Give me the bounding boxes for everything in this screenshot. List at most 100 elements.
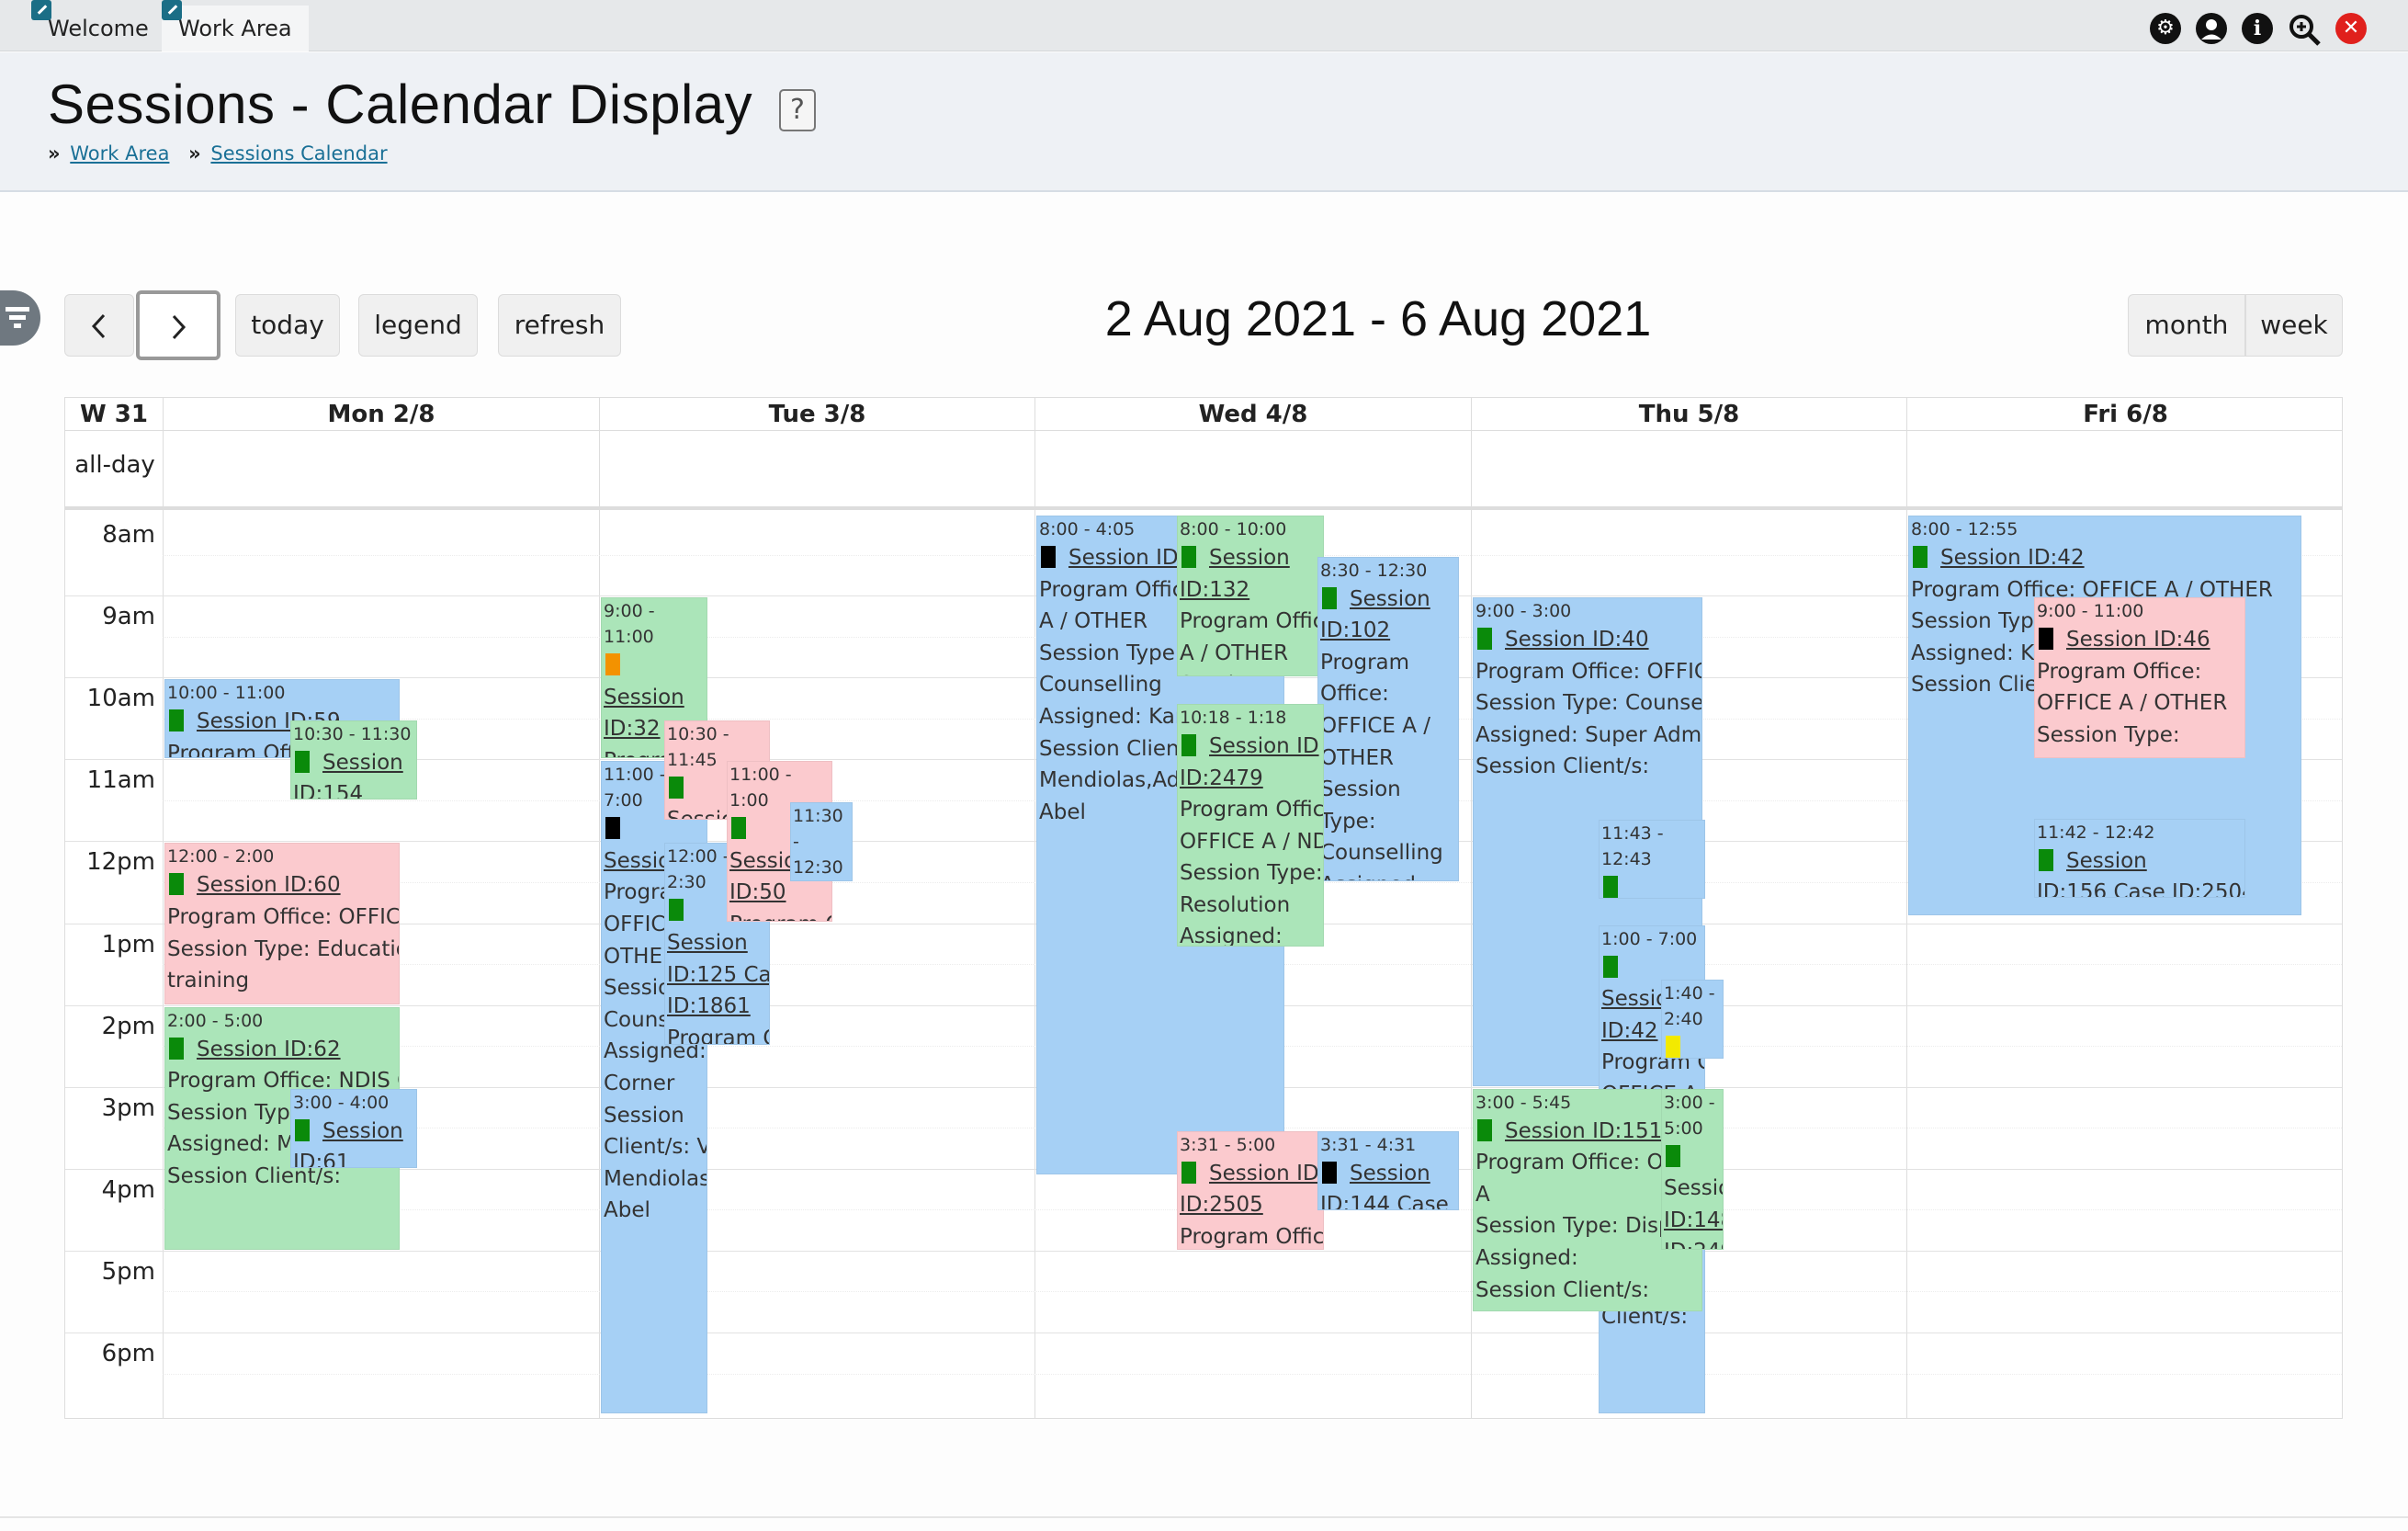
help-button[interactable]: ? (779, 89, 816, 131)
event-time: 9:00 - 11:00 (604, 601, 655, 648)
zoom-icon[interactable] (2288, 13, 2321, 46)
month-view-button[interactable]: month (2128, 294, 2245, 357)
event-title-row: Session ID:132 (1180, 542, 1321, 606)
event-detail-line: training (167, 969, 250, 993)
info-icon[interactable]: i (2242, 13, 2273, 44)
event-title-row: Session ID:42 (1911, 542, 2299, 574)
event-detail-line: ID:125 Case (667, 962, 770, 987)
day-column-divider (599, 398, 600, 1418)
user-icon[interactable] (2196, 13, 2227, 44)
event-title-row: Session ID:62 (167, 1034, 397, 1066)
gear-icon[interactable]: ⚙ (2150, 13, 2181, 44)
breadcrumb-work-area[interactable]: Work Area (70, 142, 169, 164)
filter-icon (6, 303, 31, 333)
event-session-link[interactable]: Session ID:42 (1940, 546, 2085, 570)
event-detail-line: Session Type: Education and Skills (167, 936, 399, 961)
event-session-link[interactable]: Session ID (1209, 1162, 1319, 1185)
close-icon[interactable]: ✕ (2335, 13, 2367, 44)
event-detail-line: Program Office: (1180, 798, 1324, 822)
day-header-mon[interactable]: Mon 2/8 (163, 398, 599, 431)
week-view-button[interactable]: week (2245, 294, 2343, 357)
calendar-event[interactable]: 8:30 - 12:30 Session ID:102 Program Office: O… (1317, 556, 1459, 881)
prev-button[interactable] (64, 294, 134, 357)
status-marker-icon (1666, 1035, 1680, 1058)
tab-welcome-label: Welcome (48, 16, 149, 41)
event-time: 11:43 - 12:43 (1601, 823, 1664, 870)
status-marker-icon (1477, 628, 1492, 651)
event-title-row: Session (1320, 584, 1456, 616)
calendar-header-row: W 31 Mon 2/8 Tue 3/8 Wed 4/8 Thu 5/8 Fri… (65, 398, 2342, 431)
event-time: 3:31 - 4:31 (1320, 1134, 1417, 1155)
day-header-wed[interactable]: Wed 4/8 (1034, 398, 1471, 431)
event-detail-line: Resolution (1180, 892, 1291, 917)
day-header-tue[interactable]: Tue 3/8 (599, 398, 1034, 431)
tab-work-area[interactable]: Work Area (162, 0, 309, 51)
day-header-thu[interactable]: Thu 5/8 (1471, 398, 1906, 431)
calendar-event[interactable]: 3:31 - 4:31 Session ID:144 Case (1317, 1130, 1459, 1210)
event-session-link[interactable]: Session (1350, 1162, 1430, 1185)
status-marker-icon (1181, 1161, 1196, 1184)
calendar-event[interactable]: 11:42 - 12:42 Session ID:156 Case ID:2504 (2034, 818, 2245, 898)
calendar-event[interactable]: 11:43 - 12:43SessionID:157 Case ID:2504 (1599, 820, 1705, 900)
event-detail-line: Assigned: Super Admin (1475, 722, 1702, 747)
event-session-link[interactable]: Session (1350, 587, 1430, 611)
event-time: 11:42 - 12:42 (2037, 822, 2155, 843)
status-marker-icon (1181, 733, 1196, 756)
calendar-event[interactable]: 11:30 - 12:30Session (790, 801, 853, 881)
event-session-link[interactable]: Session ID:40 (1505, 628, 1649, 652)
chevron-left-icon (91, 313, 106, 339)
week-number: W 31 (80, 401, 148, 428)
event-time: 11:30 - 12:30 (793, 805, 843, 878)
calendar-event[interactable]: 3:00 - 5:00 Session ID:148 Case ID:2498 (1661, 1088, 1724, 1250)
time-label: 6pm (101, 1340, 155, 1367)
chevron-right-icon (172, 314, 187, 340)
tab-welcome[interactable]: Welcome (31, 0, 165, 51)
all-day-row[interactable]: all-day (65, 431, 2342, 510)
time-label: 10am (86, 685, 155, 713)
event-session-link[interactable]: Session ID:62 (197, 1038, 341, 1061)
breadcrumb-sessions-calendar[interactable]: Sessions Calendar (210, 142, 387, 164)
event-session-link[interactable]: Session ID:46 (2066, 628, 2210, 652)
status-marker-icon (2039, 848, 2053, 871)
date-range-title: 2 Aug 2021 - 6 Aug 2021 (1104, 291, 1652, 346)
event-session-link[interactable]: Session ID:60 (197, 873, 341, 897)
calendar-event[interactable]: 10:18 - 1:18 Session ID ID:2479 Program Off… (1177, 703, 1324, 947)
calendar-event[interactable]: 12:00 - 2:00 Session ID:60 Program Office:… (164, 843, 400, 1004)
event-session-link[interactable]: Session ID (1068, 546, 1179, 570)
event-detail-line: Session Type: Counselling (1475, 691, 1702, 716)
page-title: Sessions - Calendar Display (48, 74, 753, 135)
next-button[interactable] (136, 290, 220, 360)
calendar-event[interactable]: 8:00 - 10:00 Session ID:132 Program Office… (1177, 516, 1324, 677)
event-session-link[interactable]: Session (667, 931, 748, 955)
event-detail-line: Program Office: OFFICE (1180, 1224, 1324, 1249)
event-detail-line: Session Type: (1180, 669, 1323, 675)
refresh-button[interactable]: refresh (498, 294, 621, 357)
calendar-event[interactable]: 1:40 - 2:40Session (1661, 979, 1724, 1059)
event-detail-line: Program Office: (667, 1026, 769, 1046)
event-session-link[interactable]: Session (2066, 849, 2147, 873)
event-session-link[interactable]: Session ID (1209, 734, 1319, 758)
event-detail-line: Session (1664, 1176, 1723, 1201)
legend-button[interactable]: legend (358, 294, 478, 357)
event-detail-line: Session (1320, 777, 1401, 802)
event-detail-line: ID:2498 (1664, 1236, 1723, 1248)
event-time: 9:00 - 3:00 (1475, 601, 1572, 622)
day-header-fri[interactable]: Fri 6/8 (1906, 398, 2344, 431)
event-title-row: Session ID:40 (1475, 624, 1700, 656)
event-detail-line: Client/s: Vella (604, 1135, 707, 1160)
filter-drawer-handle[interactable] (0, 290, 40, 346)
day-column-divider (1034, 398, 1035, 1418)
time-label: 4pm (101, 1175, 155, 1204)
calendar-event[interactable]: 9:00 - 11:00 Session ID:46 Program Office:… (2034, 597, 2245, 759)
event-detail-line: Assigned: (1320, 869, 1456, 880)
time-label: 9am (102, 603, 155, 631)
event-session-link[interactable]: Session ID:151 (1505, 1119, 1662, 1143)
event-time: 8:00 - 10:00 (1180, 519, 1287, 539)
event-time: 1:40 - 2:40 (1664, 982, 1715, 1029)
today-button[interactable]: today (235, 294, 340, 357)
calendar-event[interactable]: 3:31 - 5:00 Session ID ID:2505 Program Offi… (1177, 1130, 1324, 1250)
day-column-divider (1906, 398, 1907, 1418)
status-marker-icon (605, 817, 620, 840)
calendar-event[interactable]: 10:30 - 11:30Session ID:154Program Offic… (290, 720, 417, 800)
calendar-event[interactable]: 3:00 - 4:00Session ID:61Program Office: (290, 1088, 417, 1168)
